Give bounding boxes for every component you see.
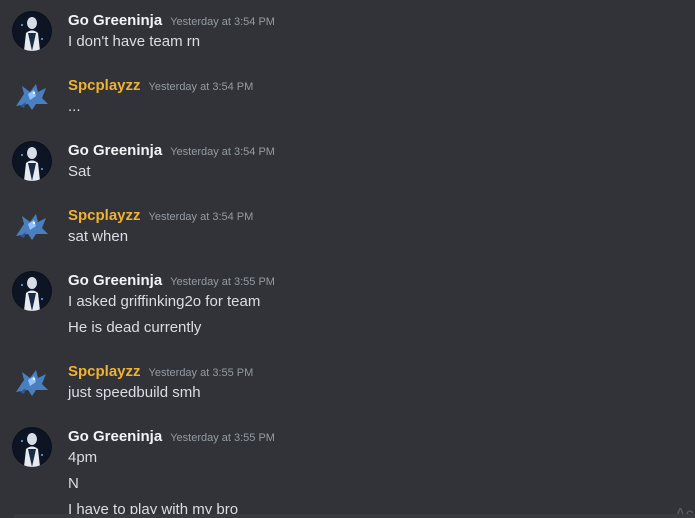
message-timestamp: Yesterday at 3:54 PM — [148, 81, 254, 93]
message-group[interactable]: Spcplayzz Yesterday at 3:54 PM sat when — [0, 206, 695, 253]
message-group[interactable]: Go Greeninja Yesterday at 3:54 PM I don't … — [0, 11, 695, 58]
username[interactable]: Go Greeninja — [68, 271, 162, 291]
message-header: Spcplayzz Yesterday at 3:54 PM — [68, 206, 253, 226]
message-text: just speedbuild smh — [68, 384, 201, 401]
message-timestamp: Yesterday at 3:54 PM — [148, 211, 254, 223]
message-header: Go Greeninja Yesterday at 3:55 PM — [68, 271, 275, 291]
message-text: Sat — [68, 163, 91, 180]
message-text: 4pm — [68, 449, 98, 466]
message-group[interactable]: Go Greeninja Yesterday at 3:55 PM 4pm N I ha… — [0, 427, 695, 518]
message-text: N — [68, 475, 79, 492]
message-timestamp: Yesterday at 3:55 PM — [148, 367, 254, 379]
message-text: I don't have team rn — [68, 33, 201, 50]
ninja-avatar-icon[interactable] — [12, 427, 52, 467]
dragon-avatar-icon[interactable] — [12, 76, 52, 116]
message-timestamp: Yesterday at 3:54 PM — [170, 146, 275, 158]
message-header: Spcplayzz Yesterday at 3:55 PM — [68, 362, 253, 382]
message-input-edge[interactable] — [14, 514, 695, 518]
dragon-avatar-icon[interactable] — [12, 362, 52, 402]
message-text: sat when — [68, 228, 129, 245]
message-timestamp: Yesterday at 3:55 PM — [170, 276, 275, 288]
message-timestamp: Yesterday at 3:54 PM — [170, 16, 275, 28]
dragon-avatar-icon[interactable] — [12, 206, 52, 246]
ninja-avatar-icon[interactable] — [12, 11, 52, 51]
message-header: Go Greeninja Yesterday at 3:55 PM — [68, 427, 275, 447]
ninja-avatar-icon[interactable] — [12, 271, 52, 311]
username[interactable]: Spcplayzz — [68, 76, 141, 96]
ninja-avatar-icon[interactable] — [12, 141, 52, 181]
message-group[interactable]: Go Greeninja Yesterday at 3:55 PM I asked … — [0, 271, 695, 344]
username[interactable]: Spcplayzz — [68, 206, 141, 226]
message-group[interactable]: Go Greeninja Yesterday at 3:54 PM Sat — [0, 141, 695, 188]
message-text: ... — [68, 98, 81, 115]
message-header: Spcplayzz Yesterday at 3:54 PM — [68, 76, 253, 96]
message-header: Go Greeninja Yesterday at 3:54 PM — [68, 11, 275, 31]
chat-message-list[interactable]: Go Greeninja Yesterday at 3:55 PM 4pm N I ha… — [0, 0, 695, 518]
username[interactable]: Go Greeninja — [68, 11, 162, 31]
message-text: He is dead currently — [68, 319, 202, 336]
message-text: I asked griffinking2o for team — [68, 293, 261, 310]
username[interactable]: Go Greeninja — [68, 427, 162, 447]
message-header: Go Greeninja Yesterday at 3:54 PM — [68, 141, 275, 161]
message-group[interactable]: Spcplayzz Yesterday at 3:55 PM just speedb… — [0, 362, 695, 409]
username[interactable]: Go Greeninja — [68, 141, 162, 161]
message-timestamp: Yesterday at 3:55 PM — [170, 432, 275, 444]
message-group[interactable]: Spcplayzz Yesterday at 3:54 PM... — [0, 76, 695, 123]
username[interactable]: Spcplayzz — [68, 362, 141, 382]
